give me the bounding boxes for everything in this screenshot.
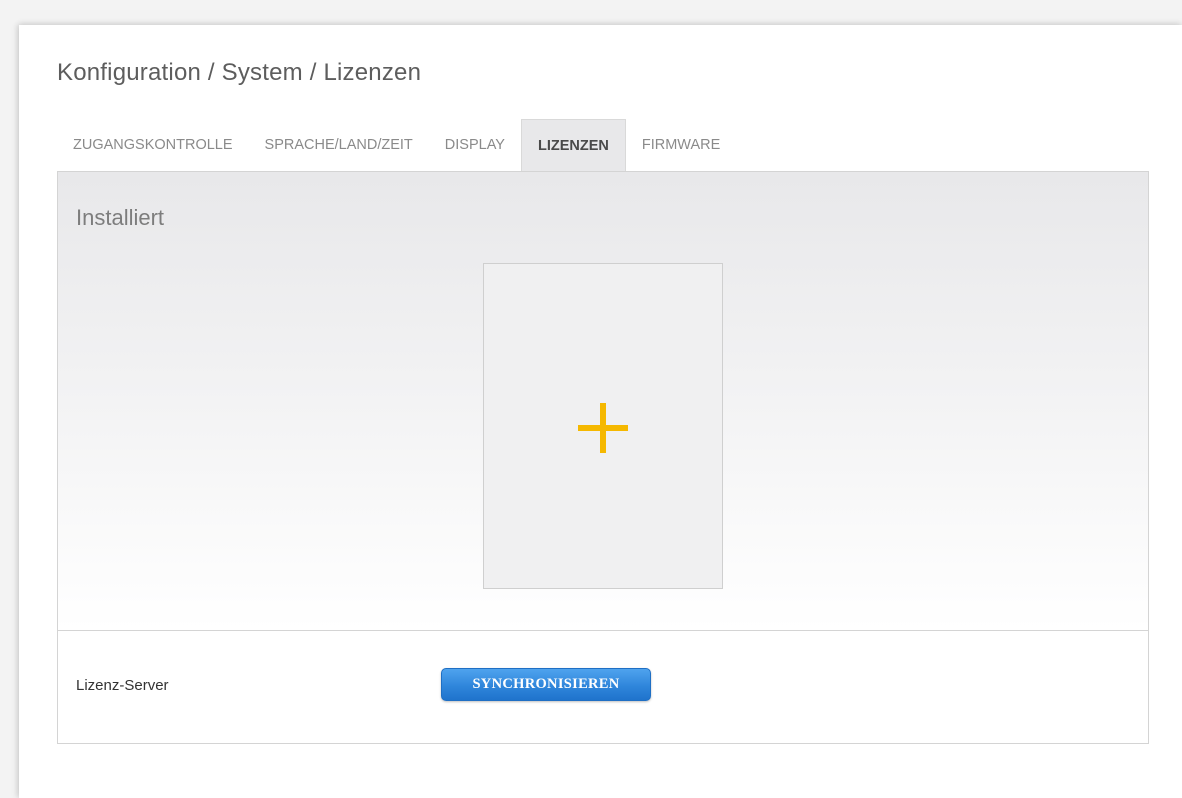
page-title: Konfiguration / System / Lizenzen <box>57 59 422 86</box>
tab-bar: ZUGANGSKONTROLLE SPRACHE/LAND/ZEIT DISPL… <box>57 119 1149 171</box>
licenses-panel: Installiert Lizenz-Server SYNCHRONISIERE… <box>57 171 1149 744</box>
license-server-label: Lizenz-Server <box>76 677 169 694</box>
tab-lizenzen[interactable]: LIZENZEN <box>520 119 626 171</box>
plus-icon <box>578 403 628 453</box>
add-license-tile[interactable] <box>483 263 723 589</box>
synchronize-button[interactable]: SYNCHRONISIEREN <box>441 668 651 701</box>
section-divider <box>58 630 1148 631</box>
tab-sprache-land-zeit[interactable]: SPRACHE/LAND/ZEIT <box>249 119 429 171</box>
main-card: Konfiguration / System / Lizenzen ZUGANG… <box>19 25 1182 798</box>
installed-section: Installiert <box>58 172 1148 630</box>
installed-heading: Installiert <box>76 205 165 230</box>
tab-display[interactable]: DISPLAY <box>429 119 521 171</box>
tab-zugangskontrolle[interactable]: ZUGANGSKONTROLLE <box>57 119 249 171</box>
tab-firmware[interactable]: FIRMWARE <box>626 119 736 171</box>
